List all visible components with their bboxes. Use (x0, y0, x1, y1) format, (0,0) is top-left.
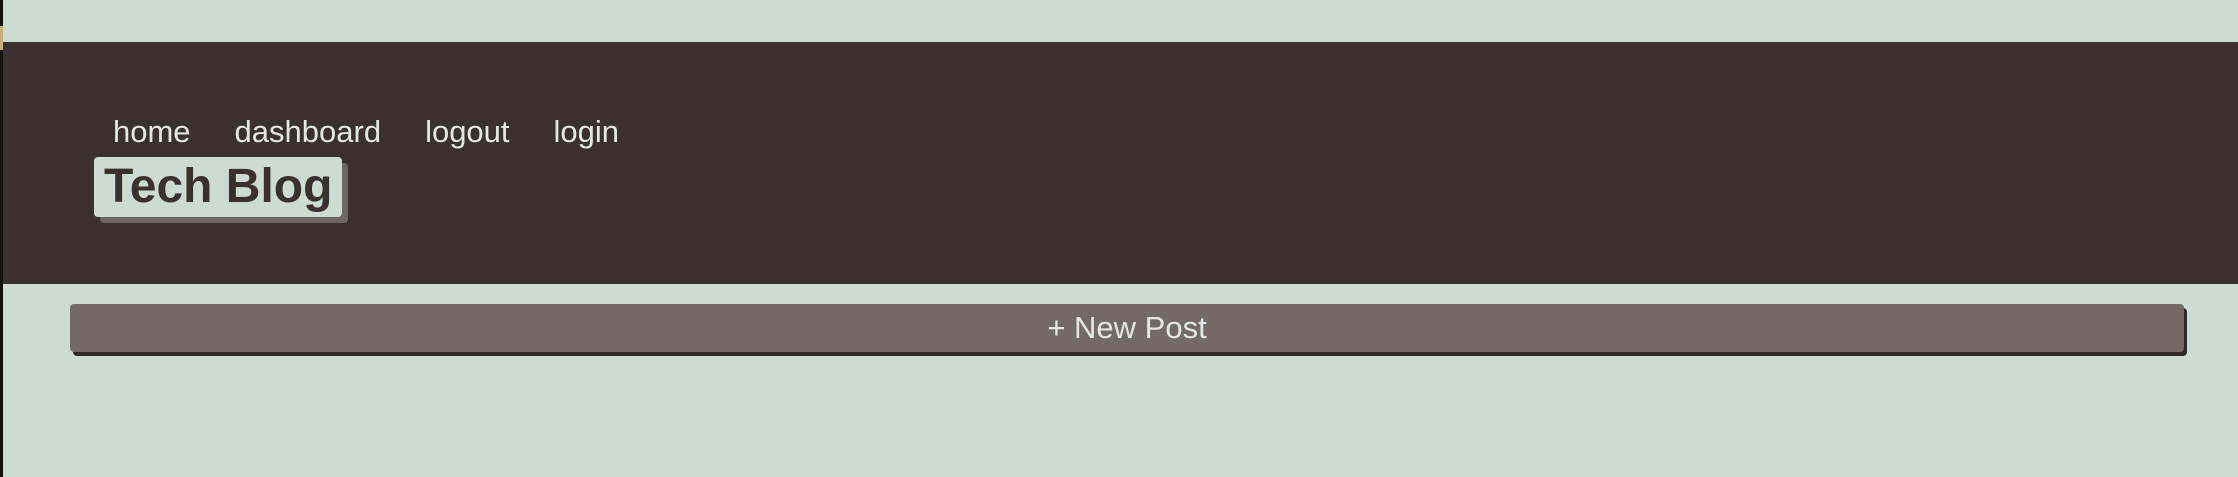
nav-link-logout[interactable]: logout (423, 112, 511, 152)
nav-link-dashboard[interactable]: dashboard (233, 112, 384, 152)
main-nav: home dashboard logout login (111, 112, 621, 152)
new-post-button[interactable]: + New Post (70, 304, 2184, 352)
nav-link-login[interactable]: login (552, 112, 622, 152)
nav-link-home[interactable]: home (111, 112, 193, 152)
site-title: Tech Blog (94, 157, 343, 217)
